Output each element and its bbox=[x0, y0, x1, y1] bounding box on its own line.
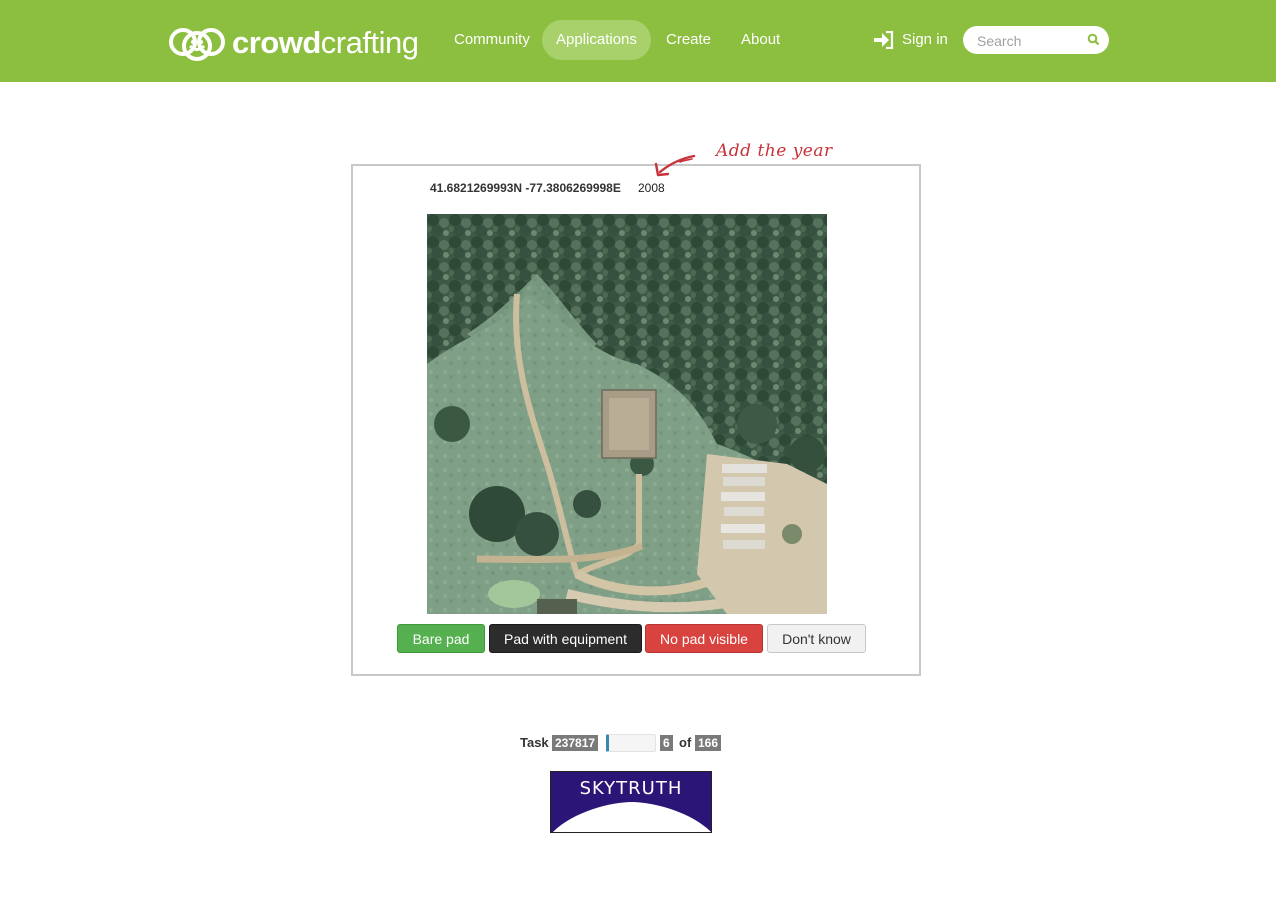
bare-pad-button[interactable]: Bare pad bbox=[397, 624, 485, 653]
annotation-arrow-icon bbox=[654, 154, 696, 177]
nav-applications[interactable]: Applications bbox=[542, 20, 651, 60]
search-input[interactable] bbox=[975, 30, 1079, 52]
nav-about[interactable]: About bbox=[727, 20, 794, 60]
total-count-badge: 166 bbox=[695, 735, 722, 751]
year-label: 2008 bbox=[638, 181, 665, 195]
task-progress-bar bbox=[606, 734, 656, 752]
crowdcrafting-logo[interactable]: crowdcrafting bbox=[168, 22, 419, 64]
annotation-note: Add the year bbox=[716, 141, 833, 161]
search-icon[interactable] bbox=[1087, 33, 1100, 46]
crowd-faces-icon bbox=[169, 28, 225, 61]
sign-in-link[interactable]: Sign in bbox=[874, 20, 948, 60]
search-box bbox=[963, 26, 1109, 54]
nav-community[interactable]: Community bbox=[440, 20, 544, 60]
brand-name: crowdcrafting bbox=[232, 25, 419, 60]
top-navbar: crowdcrafting Community Applications Cre… bbox=[0, 0, 1276, 82]
sign-in-icon bbox=[874, 31, 894, 49]
dont-know-button[interactable]: Don't know bbox=[767, 624, 866, 653]
coordinates-label: 41.6821269993N -77.3806269998E bbox=[430, 181, 621, 195]
task-id-badge: 237817 bbox=[552, 735, 599, 751]
nav-create[interactable]: Create bbox=[652, 20, 725, 60]
aerial-satellite-image bbox=[427, 214, 827, 614]
task-label: Task bbox=[520, 735, 549, 750]
no-pad-visible-button[interactable]: No pad visible bbox=[645, 624, 763, 653]
pad-with-equipment-button[interactable]: Pad with equipment bbox=[489, 624, 642, 653]
current-count-badge: 6 bbox=[660, 735, 673, 751]
of-label: of bbox=[679, 735, 692, 750]
skytruth-logo-text: SKYTRUTH bbox=[579, 778, 683, 799]
skytruth-logo[interactable]: SKYTRUTH bbox=[550, 771, 712, 833]
sign-in-label: Sign in bbox=[902, 31, 948, 48]
